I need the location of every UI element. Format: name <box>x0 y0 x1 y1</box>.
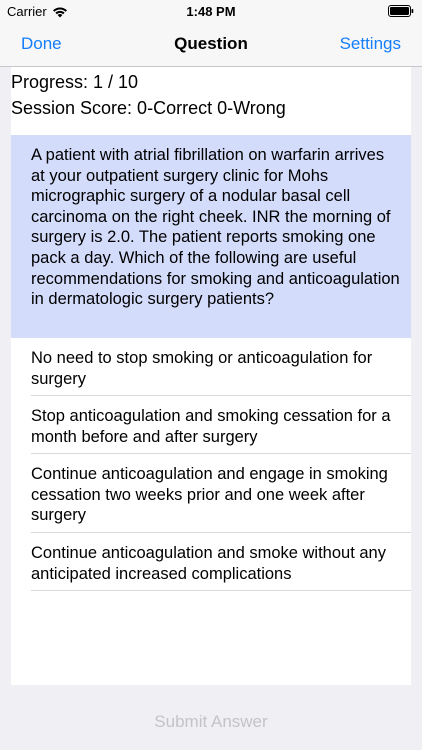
answer-option[interactable]: No need to stop smoking or anticoagulati… <box>31 338 411 396</box>
session-score-label: Session Score: 0-Correct 0-Wrong <box>11 98 286 118</box>
navigation-bar: Done Question Settings <box>0 22 422 67</box>
submit-answer-button[interactable]: Submit Answer <box>0 712 422 732</box>
status-bar: Carrier 1:48 PM <box>0 0 422 22</box>
answer-list: No need to stop smoking or anticoagulati… <box>11 338 411 685</box>
answer-option[interactable]: Stop anticoagulation and smoking cessati… <box>31 396 411 454</box>
status-time: 1:48 PM <box>186 4 236 19</box>
question-text: A patient with atrial fibrillation on wa… <box>31 146 400 309</box>
progress-label: Progress: 1 / 10 <box>11 72 139 92</box>
answer-text: Continue anticoagulation and smoke witho… <box>31 544 386 583</box>
app-screen: Carrier 1:48 PM Done Question Settings P… <box>0 0 422 750</box>
answer-text: No need to stop smoking or anticoagulati… <box>31 349 373 388</box>
answer-text: Continue anticoagulation and engage in s… <box>31 465 388 525</box>
battery-icon <box>388 5 414 17</box>
question-box: A patient with atrial fibrillation on wa… <box>11 135 411 338</box>
question-content: Progress: 1 / 10 Session Score: 0-Correc… <box>0 67 422 685</box>
answer-option[interactable]: Continue anticoagulation and engage in s… <box>31 454 411 533</box>
settings-button[interactable]: Settings <box>340 34 401 54</box>
answer-option[interactable]: Continue anticoagulation and smoke witho… <box>31 533 411 591</box>
answer-text: Stop anticoagulation and smoking cessati… <box>31 407 391 446</box>
session-stats: Progress: 1 / 10 Session Score: 0-Correc… <box>11 67 411 133</box>
